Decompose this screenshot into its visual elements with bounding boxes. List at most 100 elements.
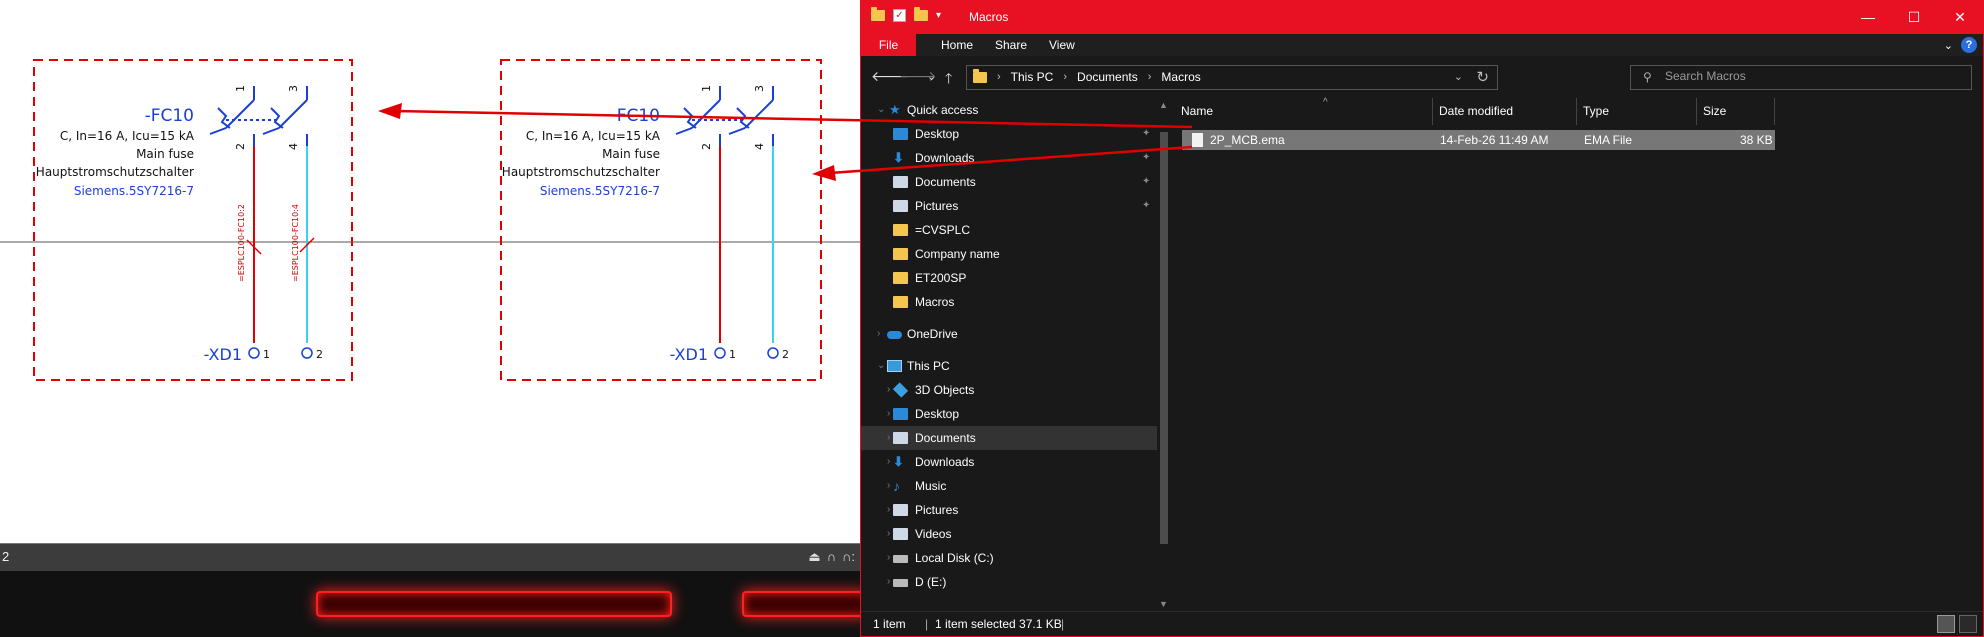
scroll-down-icon[interactable]: ▼ bbox=[1159, 599, 1168, 609]
close-button[interactable]: ✕ bbox=[1937, 1, 1983, 34]
help-icon[interactable]: ? bbox=[1961, 37, 1977, 53]
layer-tool-icon[interactable]: ⏏ bbox=[808, 549, 820, 565]
nav-downloads[interactable]: ⬇ Downloads ✦ bbox=[861, 146, 1157, 170]
expand-chevron-icon[interactable]: › bbox=[887, 450, 890, 474]
tab-home[interactable]: Home bbox=[929, 34, 985, 56]
expand-chevron-icon[interactable]: ⌄ bbox=[877, 354, 885, 378]
column-header-type[interactable]: Type bbox=[1577, 98, 1697, 125]
scroll-up-icon[interactable]: ▲ bbox=[1159, 100, 1168, 110]
customize-toolbar-icon[interactable]: ▾ bbox=[936, 10, 941, 21]
pin-icon[interactable]: ✦ bbox=[1142, 194, 1150, 218]
address-bar[interactable]: › This PC › Documents › Macros ⌄ ↻ bbox=[966, 65, 1498, 90]
maximize-button[interactable]: ☐ bbox=[1891, 1, 1937, 34]
breadcrumb-separator-icon[interactable]: › bbox=[1148, 71, 1152, 83]
nav-label: =CVSPLC bbox=[915, 223, 971, 237]
nav-pc-documents[interactable]: › Documents bbox=[861, 426, 1157, 450]
pin-icon[interactable]: ✦ bbox=[1142, 122, 1150, 146]
nav-this-pc[interactable]: ⌄ This PC bbox=[861, 354, 1157, 378]
nav-pc-desktop[interactable]: › Desktop bbox=[861, 402, 1157, 426]
tab-share[interactable]: Share bbox=[983, 34, 1039, 56]
column-header-date[interactable]: Date modified bbox=[1433, 98, 1577, 125]
nav-et200sp[interactable]: ET200SP bbox=[861, 266, 1157, 290]
pin-icon[interactable]: ✦ bbox=[1142, 170, 1150, 194]
up-arrow-icon[interactable]: 🡑 bbox=[945, 68, 952, 92]
breadcrumb-separator-icon[interactable]: › bbox=[997, 71, 1001, 83]
breadcrumb-separator-icon[interactable]: › bbox=[1063, 71, 1067, 83]
nav-company-name[interactable]: Company name bbox=[861, 242, 1157, 266]
expand-ribbon-icon[interactable]: ⌄ bbox=[1944, 39, 1953, 52]
nav-pc-pictures[interactable]: › Pictures bbox=[861, 498, 1157, 522]
nav-label: Downloads bbox=[915, 455, 975, 469]
minimize-button[interactable]: — bbox=[1845, 1, 1891, 34]
nav-quick-access[interactable]: ⌄ ★ Quick access bbox=[861, 98, 1157, 122]
search-box[interactable]: ⚲ bbox=[1630, 65, 1972, 90]
properties-icon[interactable]: ✓ bbox=[893, 9, 906, 22]
terminal-1-left[interactable] bbox=[248, 347, 260, 359]
breadcrumb-documents[interactable]: Documents bbox=[1077, 70, 1138, 84]
large-icons-view-button[interactable] bbox=[1959, 615, 1977, 633]
address-dropdown-icon[interactable]: ⌄ bbox=[1454, 70, 1463, 83]
nav-documents[interactable]: Documents ✦ bbox=[861, 170, 1157, 194]
title-bar[interactable]: ✓ ▾ Macros — ☐ ✕ bbox=[861, 1, 1983, 34]
nav-pane-scrollbar[interactable]: ▲ ▼ bbox=[1157, 98, 1171, 611]
nav-label: Pictures bbox=[915, 199, 959, 213]
terminal-2-left[interactable] bbox=[301, 347, 313, 359]
expand-chevron-icon[interactable]: › bbox=[887, 546, 890, 570]
music-icon: ♪ bbox=[893, 478, 900, 494]
refresh-icon[interactable]: ↻ bbox=[1476, 68, 1489, 86]
macro-block-right[interactable]: FC10 C, In=16 A, Icu=15 kA Main fuse Hau… bbox=[500, 59, 822, 381]
new-folder-icon[interactable] bbox=[914, 7, 928, 21]
glow-band-2 bbox=[742, 591, 872, 617]
expand-chevron-icon[interactable]: › bbox=[887, 426, 890, 450]
expand-chevron-icon[interactable]: › bbox=[887, 498, 890, 522]
terminal-1-right[interactable] bbox=[714, 347, 726, 359]
breadcrumb-macros[interactable]: Macros bbox=[1161, 70, 1200, 84]
pin-1-right: 1 bbox=[700, 85, 713, 92]
nav-desktop[interactable]: Desktop ✦ bbox=[861, 122, 1157, 146]
details-view-button[interactable] bbox=[1937, 615, 1955, 633]
nav-3d-objects[interactable]: › 3D Objects bbox=[861, 378, 1157, 402]
scrollbar-thumb[interactable] bbox=[1160, 132, 1168, 544]
nav-music[interactable]: › ♪ Music bbox=[861, 474, 1157, 498]
grid-tool-icon[interactable]: ∩: bbox=[842, 549, 855, 565]
expand-chevron-icon[interactable]: › bbox=[877, 322, 880, 346]
nav-macros[interactable]: Macros bbox=[861, 290, 1157, 314]
expand-chevron-icon[interactable]: › bbox=[887, 474, 890, 498]
file-list[interactable]: Name ^ Date modified Type Size 2P_MCB.em… bbox=[1175, 97, 1983, 611]
nav-pictures[interactable]: Pictures ✦ bbox=[861, 194, 1157, 218]
pin-1-left: 1 bbox=[234, 85, 247, 92]
nav-videos[interactable]: › Videos bbox=[861, 522, 1157, 546]
tab-view[interactable]: View bbox=[1037, 34, 1087, 56]
breadcrumb-this-pc[interactable]: This PC bbox=[1011, 70, 1054, 84]
column-header-size[interactable]: Size bbox=[1697, 98, 1775, 125]
file-type: EMA File bbox=[1584, 133, 1633, 147]
nav-label: Local Disk (C:) bbox=[915, 551, 994, 565]
column-header-name[interactable]: Name ^ bbox=[1175, 97, 1433, 125]
tab-file[interactable]: File bbox=[861, 34, 916, 56]
file-row[interactable]: 2P_MCB.ema 14-Feb-26 11:49 AM EMA File 3… bbox=[1182, 130, 1775, 150]
navigation-pane[interactable]: ⌄ ★ Quick access Desktop ✦ ⬇ Downloads ✦… bbox=[861, 98, 1157, 611]
expand-chevron-icon[interactable]: › bbox=[887, 402, 890, 426]
nav-local-disk[interactable]: › Local Disk (C:) bbox=[861, 546, 1157, 570]
nav-label: Videos bbox=[915, 527, 952, 541]
search-input[interactable] bbox=[1665, 69, 1955, 83]
nav-pc-downloads[interactable]: › ⬇ Downloads bbox=[861, 450, 1157, 474]
terminal-2-right[interactable] bbox=[767, 347, 779, 359]
nav-cvsplc[interactable]: =CVSPLC bbox=[861, 218, 1157, 242]
expand-chevron-icon[interactable]: › bbox=[887, 570, 890, 594]
nav-onedrive[interactable]: › OneDrive bbox=[861, 322, 1157, 346]
desktop: -FC10 C, In=16 A, Icu=15 kA Main fuse Ha… bbox=[0, 0, 1984, 637]
expand-chevron-icon[interactable]: › bbox=[887, 378, 890, 402]
macro-block-left[interactable]: -FC10 C, In=16 A, Icu=15 kA Main fuse Ha… bbox=[33, 59, 353, 381]
cable-label-2-left: =ESPLC100-FC10:4 bbox=[291, 204, 300, 282]
cad-canvas[interactable]: -FC10 C, In=16 A, Icu=15 kA Main fuse Ha… bbox=[0, 0, 872, 637]
expand-chevron-icon[interactable]: › bbox=[887, 522, 890, 546]
pin-icon[interactable]: ✦ bbox=[1142, 146, 1150, 170]
nav-d-drive[interactable]: › D (E:) bbox=[861, 570, 1157, 594]
snap-tool-icon[interactable]: ∩ bbox=[827, 549, 836, 565]
expand-chevron-icon[interactable]: ⌄ bbox=[877, 98, 885, 122]
file-explorer-window[interactable]: ✓ ▾ Macros — ☐ ✕ File Home Share View ⌄ … bbox=[860, 0, 1984, 637]
cad-background-strip bbox=[0, 571, 872, 637]
breaker-symbol-right bbox=[675, 86, 774, 146]
recent-locations-icon[interactable]: ⌄ bbox=[927, 70, 936, 83]
